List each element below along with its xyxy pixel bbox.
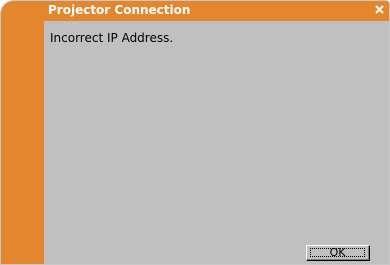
close-button[interactable] — [373, 3, 385, 15]
dialog-body: Incorrect IP Address. OK — [44, 21, 389, 264]
title-bar[interactable]: Projector Connection — [1, 1, 389, 21]
ok-button[interactable]: OK — [306, 245, 370, 261]
close-icon — [374, 4, 384, 14]
ok-button-label: OK — [310, 247, 365, 258]
error-message: Incorrect IP Address. — [50, 31, 174, 45]
window-title: Projector Connection — [48, 3, 191, 17]
dialog-window: Projector Connection Incorrect IP Addres… — [0, 0, 390, 265]
